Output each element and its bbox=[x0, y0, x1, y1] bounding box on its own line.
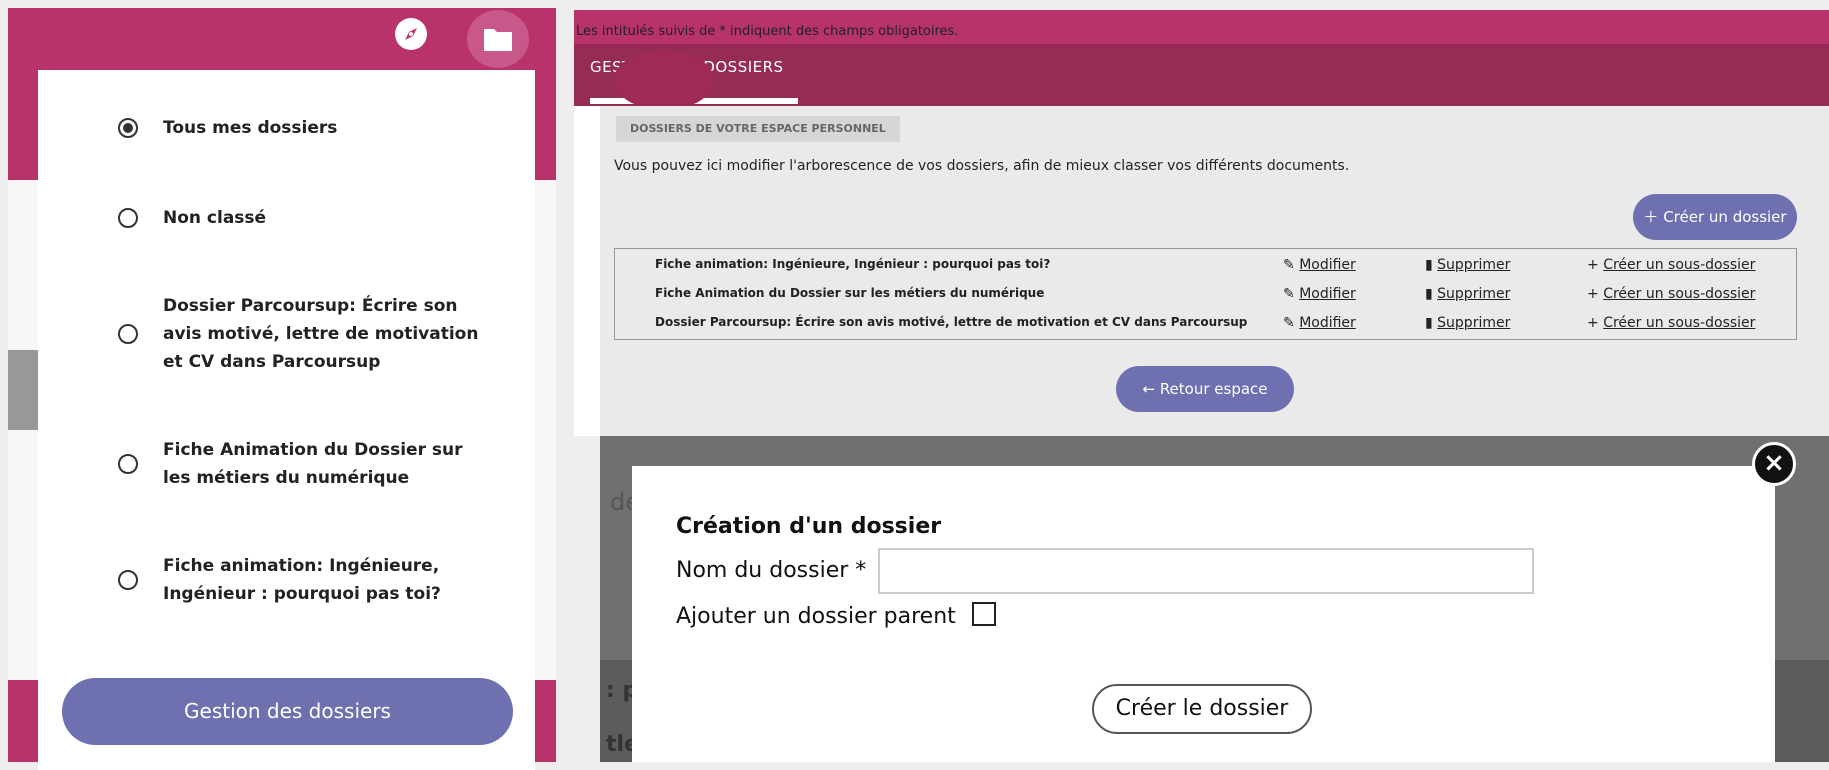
create-folder-modal: Création d'un dossier Nom du dossier * A… bbox=[632, 466, 1775, 762]
radio-button[interactable] bbox=[118, 118, 138, 138]
folders-section: DOSSIERS DE VOTRE ESPACE PERSONNEL Vous … bbox=[600, 106, 1829, 436]
delete-link[interactable]: Supprimer bbox=[1437, 257, 1510, 273]
edit-action[interactable]: ✎ Modifier bbox=[1283, 315, 1356, 331]
folder-name-label: Nom du dossier * bbox=[676, 558, 867, 583]
folder-icon[interactable] bbox=[467, 10, 529, 68]
close-icon[interactable]: × bbox=[1752, 442, 1796, 486]
create-subfolder-action[interactable]: + Créer un sous-dossier bbox=[1587, 257, 1755, 273]
radio-button[interactable] bbox=[118, 324, 138, 344]
trash-icon: ▮ bbox=[1425, 257, 1438, 273]
edit-action[interactable]: ✎ Modifier bbox=[1283, 286, 1356, 302]
radio-label: Dossier Parcoursup: Écrire son avis moti… bbox=[163, 296, 479, 372]
arrow-left-icon: ← bbox=[1142, 380, 1160, 398]
table-row: Fiche animation: Ingénieure, Ingénieur :… bbox=[615, 251, 1796, 279]
parent-folder-label: Ajouter un dossier parent bbox=[676, 604, 956, 629]
plus-icon: + bbox=[1587, 315, 1604, 331]
back-to-space-button[interactable]: ← Retour espace bbox=[1116, 366, 1294, 412]
pencil-icon: ✎ bbox=[1283, 315, 1300, 331]
delete-action[interactable]: ▮ Supprimer bbox=[1425, 286, 1510, 302]
decorative-circle bbox=[614, 50, 714, 110]
edit-action[interactable]: ✎ Modifier bbox=[1283, 257, 1356, 273]
required-notice: Les intitulés suivis de * indiquent des … bbox=[576, 24, 959, 39]
edit-link[interactable]: Modifier bbox=[1299, 286, 1356, 302]
tab-bar: GESTION DES DOSSIERS bbox=[574, 44, 1829, 106]
panel-toolbar bbox=[395, 10, 545, 70]
folder-filter-card: Tous mes dossiers Non classé Dossier Par… bbox=[38, 70, 535, 770]
table-row: Fiche Animation du Dossier sur les métie… bbox=[615, 280, 1796, 308]
plus-icon: + bbox=[1587, 257, 1604, 273]
radio-label: Fiche Animation du Dossier sur les métie… bbox=[163, 440, 463, 488]
pencil-icon: ✎ bbox=[1283, 286, 1300, 302]
edit-link[interactable]: Modifier bbox=[1299, 257, 1356, 273]
required-notice-bar: Les intitulés suivis de * indiquent des … bbox=[574, 10, 1829, 44]
intro-text: Vous pouvez ici modifier l'arborescence … bbox=[614, 158, 1350, 174]
create-subfolder-action[interactable]: + Créer un sous-dossier bbox=[1587, 315, 1755, 331]
trash-icon: ▮ bbox=[1425, 315, 1438, 331]
radio-label: Fiche animation: Ingénieure, Ingénieur :… bbox=[163, 556, 441, 604]
parent-folder-checkbox[interactable] bbox=[972, 602, 996, 626]
edit-link[interactable]: Modifier bbox=[1299, 315, 1356, 331]
create-subfolder-link[interactable]: Créer un sous-dossier bbox=[1603, 286, 1755, 302]
delete-link[interactable]: Supprimer bbox=[1437, 286, 1510, 302]
main-content: DOSSIERS DE VOTRE ESPACE PERSONNEL Vous … bbox=[574, 106, 1829, 436]
create-subfolder-link[interactable]: Créer un sous-dossier bbox=[1603, 315, 1755, 331]
create-folder-submit-button[interactable]: Créer le dossier bbox=[1092, 684, 1312, 734]
radio-button[interactable] bbox=[118, 570, 138, 590]
create-subfolder-link[interactable]: Créer un sous-dossier bbox=[1603, 257, 1755, 273]
compass-icon[interactable] bbox=[395, 18, 427, 50]
create-folder-button[interactable]: ＋ Créer un dossier bbox=[1633, 194, 1797, 240]
trash-icon: ▮ bbox=[1425, 286, 1438, 302]
radio-label: Non classé bbox=[163, 208, 267, 228]
delete-action[interactable]: ▮ Supprimer bbox=[1425, 315, 1510, 331]
manage-folders-button[interactable]: Gestion des dossiers bbox=[62, 678, 513, 745]
radio-button[interactable] bbox=[118, 454, 138, 474]
folder-name: Fiche animation: Ingénieure, Ingénieur :… bbox=[655, 257, 1051, 271]
folders-table: Fiche animation: Ingénieure, Ingénieur :… bbox=[614, 248, 1797, 340]
create-subfolder-action[interactable]: + Créer un sous-dossier bbox=[1587, 286, 1755, 302]
pencil-icon: ✎ bbox=[1283, 257, 1300, 273]
folder-name: Dossier Parcoursup: Écrire son avis moti… bbox=[655, 315, 1248, 329]
radio-label: Tous mes dossiers bbox=[163, 118, 338, 138]
back-label: Retour espace bbox=[1159, 380, 1268, 398]
delete-action[interactable]: ▮ Supprimer bbox=[1425, 257, 1510, 273]
folder-name: Fiche Animation du Dossier sur les métie… bbox=[655, 286, 1045, 300]
section-label: DOSSIERS DE VOTRE ESPACE PERSONNEL bbox=[616, 116, 900, 142]
modal-title: Création d'un dossier bbox=[676, 514, 942, 539]
delete-link[interactable]: Supprimer bbox=[1437, 315, 1510, 331]
table-row: Dossier Parcoursup: Écrire son avis moti… bbox=[615, 309, 1796, 337]
plus-icon: + bbox=[1587, 286, 1604, 302]
plus-icon: ＋ bbox=[1643, 208, 1659, 226]
create-folder-label: Créer un dossier bbox=[1663, 208, 1787, 226]
folder-name-input[interactable] bbox=[878, 548, 1534, 594]
radio-button[interactable] bbox=[118, 208, 138, 228]
